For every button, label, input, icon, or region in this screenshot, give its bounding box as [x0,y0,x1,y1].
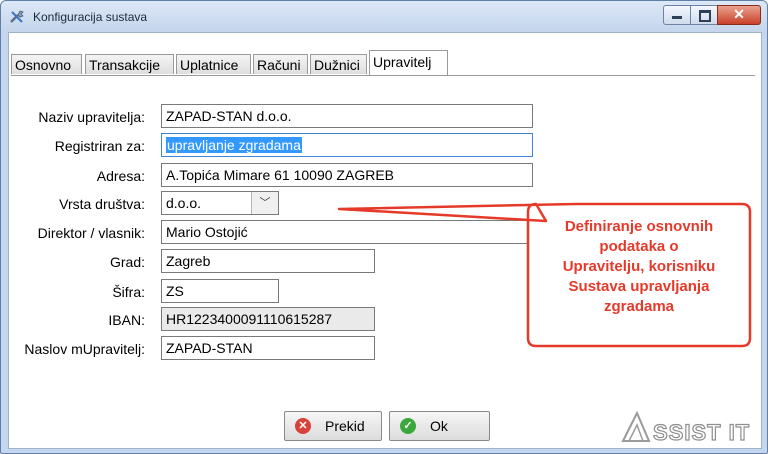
callout-line-5: zgradama [603,298,675,315]
assist-it-logo: SSIST IT [621,410,750,446]
callout-text: Definiranje osnovnih podataka o Upravite… [528,217,750,317]
callout-line-1: Definiranje osnovnih [564,218,714,235]
logo-text: SSIST IT [653,420,750,445]
callout-line-2: podataka o [599,238,679,255]
config-window: Konfiguracija sustava ✕ Osnovno Transakc… [0,0,768,454]
callout-bubble: Definiranje osnovnih podataka o Upravite… [528,207,750,343]
callout-line-3: Upravitelju, korisniku [562,258,716,275]
callout-line-4: Sustava upravljanja [568,278,710,295]
